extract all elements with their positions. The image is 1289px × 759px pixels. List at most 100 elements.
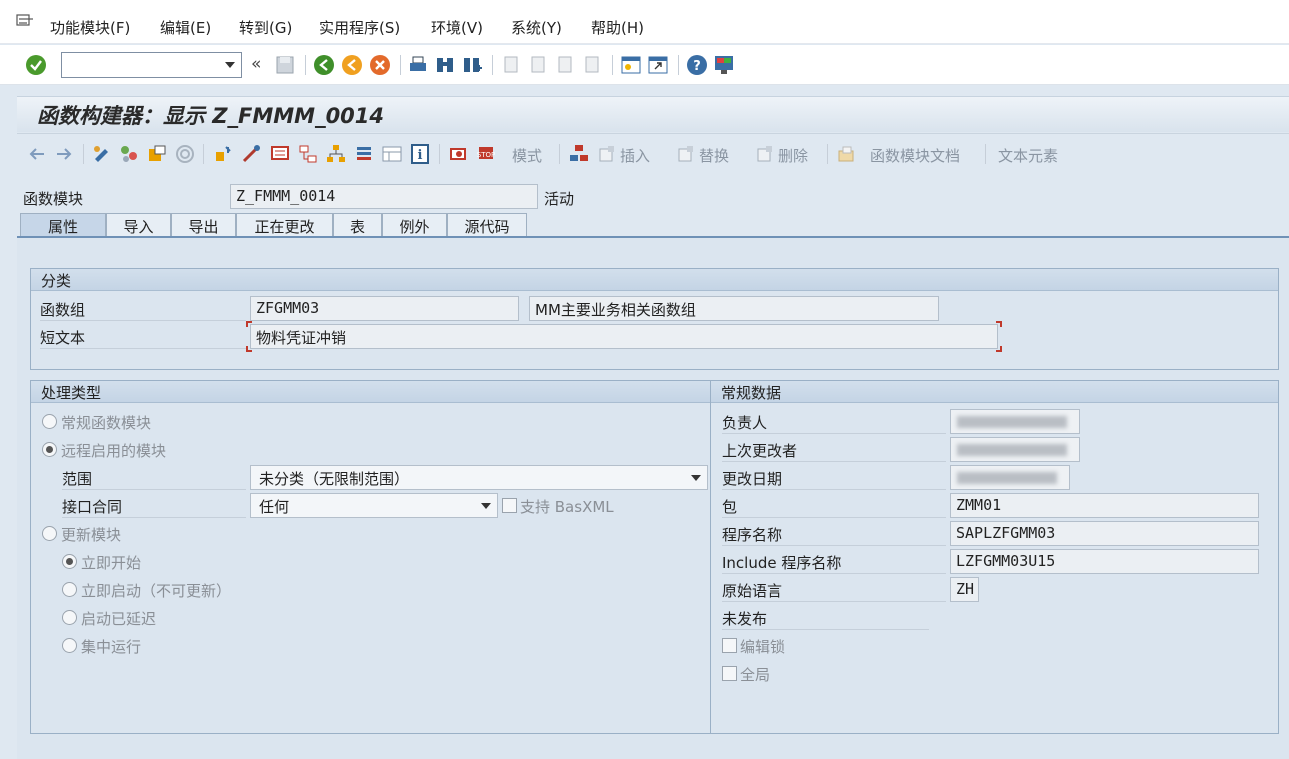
toolbar-separator xyxy=(83,144,84,164)
short-text-field[interactable]: 物料凭证冲销 xyxy=(250,324,998,349)
menu-system[interactable]: 系统(Y) xyxy=(511,17,562,38)
stop-icon[interactable]: STOP xyxy=(476,143,498,165)
chevron-down-icon[interactable] xyxy=(481,503,491,509)
changed-on-field-redacted[interactable] xyxy=(950,465,1070,490)
start-immediately-no-update-radio[interactable] xyxy=(62,582,77,597)
cancel-icon[interactable] xyxy=(369,54,391,76)
chevron-down-icon[interactable] xyxy=(691,475,701,481)
program-name-label: 程序名称 xyxy=(722,521,946,546)
test-icon[interactable] xyxy=(212,143,234,165)
toolbar-separator xyxy=(678,55,679,75)
arrow-right-icon[interactable] xyxy=(53,143,75,165)
structure-icon[interactable] xyxy=(568,143,590,165)
collapse-chevron[interactable]: « xyxy=(251,54,261,74)
display-change-icon[interactable] xyxy=(91,143,113,165)
collective-run-radio[interactable] xyxy=(62,638,77,653)
menu-utilities[interactable]: 实用程序(S) xyxy=(319,17,400,38)
tab-underline xyxy=(17,236,1289,238)
original-language-field[interactable]: ZH xyxy=(950,577,979,602)
delete-button[interactable]: 删除 xyxy=(778,145,808,166)
required-marker xyxy=(246,346,252,352)
info-icon[interactable]: i xyxy=(409,143,431,165)
find-next-icon[interactable] xyxy=(461,54,483,76)
tab-source-code[interactable]: 源代码 xyxy=(447,213,527,237)
text-elements-button[interactable]: 文本元素 xyxy=(998,145,1058,166)
where-used-icon[interactable] xyxy=(240,143,262,165)
shortcut-icon[interactable] xyxy=(647,54,669,76)
hierarchy-icon[interactable] xyxy=(325,143,347,165)
replace-button[interactable]: 替换 xyxy=(699,145,729,166)
short-text-label: 短文本 xyxy=(40,324,246,349)
previous-page-icon[interactable] xyxy=(527,54,549,76)
svg-text:?: ? xyxy=(693,59,701,74)
fm-documentation-button[interactable]: 函数模块文档 xyxy=(870,145,960,166)
insert-icon[interactable] xyxy=(596,143,618,165)
command-field[interactable] xyxy=(61,52,242,78)
tab-changing[interactable]: 正在更改 xyxy=(236,213,333,237)
help-icon[interactable]: ? xyxy=(686,54,708,76)
normal-module-radio[interactable] xyxy=(42,414,57,429)
check-object-icon[interactable] xyxy=(146,143,168,165)
stack-icon[interactable] xyxy=(353,143,375,165)
menu-environment[interactable]: 环境(V) xyxy=(431,17,483,38)
tab-import[interactable]: 导入 xyxy=(106,213,171,237)
remote-module-radio[interactable] xyxy=(42,442,57,457)
back-icon[interactable] xyxy=(313,54,335,76)
replace-icon[interactable] xyxy=(675,143,697,165)
next-page-icon[interactable] xyxy=(554,54,576,76)
active-inactive-icon[interactable] xyxy=(118,143,140,165)
interface-contract-dropdown[interactable]: 任何 xyxy=(250,493,498,518)
save-icon[interactable] xyxy=(274,54,296,76)
chevron-down-icon[interactable] xyxy=(225,62,235,68)
title-bar: 函数构建器：显示 Z_FMMM_0014 xyxy=(17,96,1289,132)
enter-check-icon[interactable] xyxy=(25,54,47,76)
group-header: 处理类型 xyxy=(31,381,710,403)
release-status: 未发布 xyxy=(722,605,929,630)
menu-function-module[interactable]: 功能模块(F) xyxy=(50,17,130,38)
tab-exceptions[interactable]: 例外 xyxy=(382,213,447,237)
menu-help[interactable]: 帮助(H) xyxy=(591,17,644,38)
interface-contract-label: 接口合同 xyxy=(62,493,246,518)
create-session-icon[interactable] xyxy=(620,54,642,76)
tab-tables[interactable]: 表 xyxy=(333,213,382,237)
insert-button[interactable]: 插入 xyxy=(620,145,650,166)
menu-edit[interactable]: 编辑(E) xyxy=(160,17,211,38)
global-checkbox[interactable] xyxy=(722,666,737,681)
function-group-description: MM主要业务相关函数组 xyxy=(529,296,939,321)
breakpoint-icon[interactable] xyxy=(448,143,470,165)
package-field[interactable]: ZMM01 xyxy=(950,493,1259,518)
activate-icon[interactable] xyxy=(174,143,196,165)
edit-lock-checkbox[interactable] xyxy=(722,638,737,653)
delete-icon[interactable] xyxy=(754,143,776,165)
find-icon[interactable] xyxy=(434,54,456,76)
basxml-checkbox[interactable] xyxy=(502,498,517,513)
menu-icon[interactable] xyxy=(16,14,34,28)
start-immediately-radio[interactable] xyxy=(62,554,77,569)
toolbar-separator xyxy=(612,55,613,75)
include-name-field[interactable]: LZFGMM03U15 xyxy=(950,549,1259,574)
package-label: 包 xyxy=(722,493,946,518)
start-delayed-radio[interactable] xyxy=(62,610,77,625)
function-group-field[interactable]: ZFGMM03 xyxy=(250,296,519,321)
program-name-field[interactable]: SAPLZFGMM03 xyxy=(950,521,1259,546)
arrow-left-icon[interactable] xyxy=(26,143,48,165)
responsible-field-redacted[interactable] xyxy=(950,409,1080,434)
exit-icon[interactable] xyxy=(341,54,363,76)
pattern-icon[interactable] xyxy=(269,143,291,165)
frame-icon[interactable] xyxy=(381,143,403,165)
fm-status: 活动 xyxy=(544,190,575,208)
tab-attributes[interactable]: 属性 xyxy=(20,213,106,238)
menu-goto[interactable]: 转到(G) xyxy=(239,17,292,38)
fm-name-field[interactable]: Z_FMMM_0014 xyxy=(230,184,538,209)
documentation-icon[interactable] xyxy=(835,143,857,165)
scope-dropdown[interactable]: 未分类（无限制范围） xyxy=(250,465,708,490)
tab-export[interactable]: 导出 xyxy=(171,213,236,237)
customize-layout-icon[interactable] xyxy=(713,54,735,76)
update-module-radio[interactable] xyxy=(42,526,57,541)
last-changed-by-field-redacted[interactable] xyxy=(950,437,1080,462)
last-page-icon[interactable] xyxy=(581,54,603,76)
print-icon[interactable] xyxy=(407,54,429,76)
pretty-printer-icon[interactable] xyxy=(297,143,319,165)
first-page-icon[interactable] xyxy=(500,54,522,76)
mode-button[interactable]: 模式 xyxy=(512,145,542,166)
